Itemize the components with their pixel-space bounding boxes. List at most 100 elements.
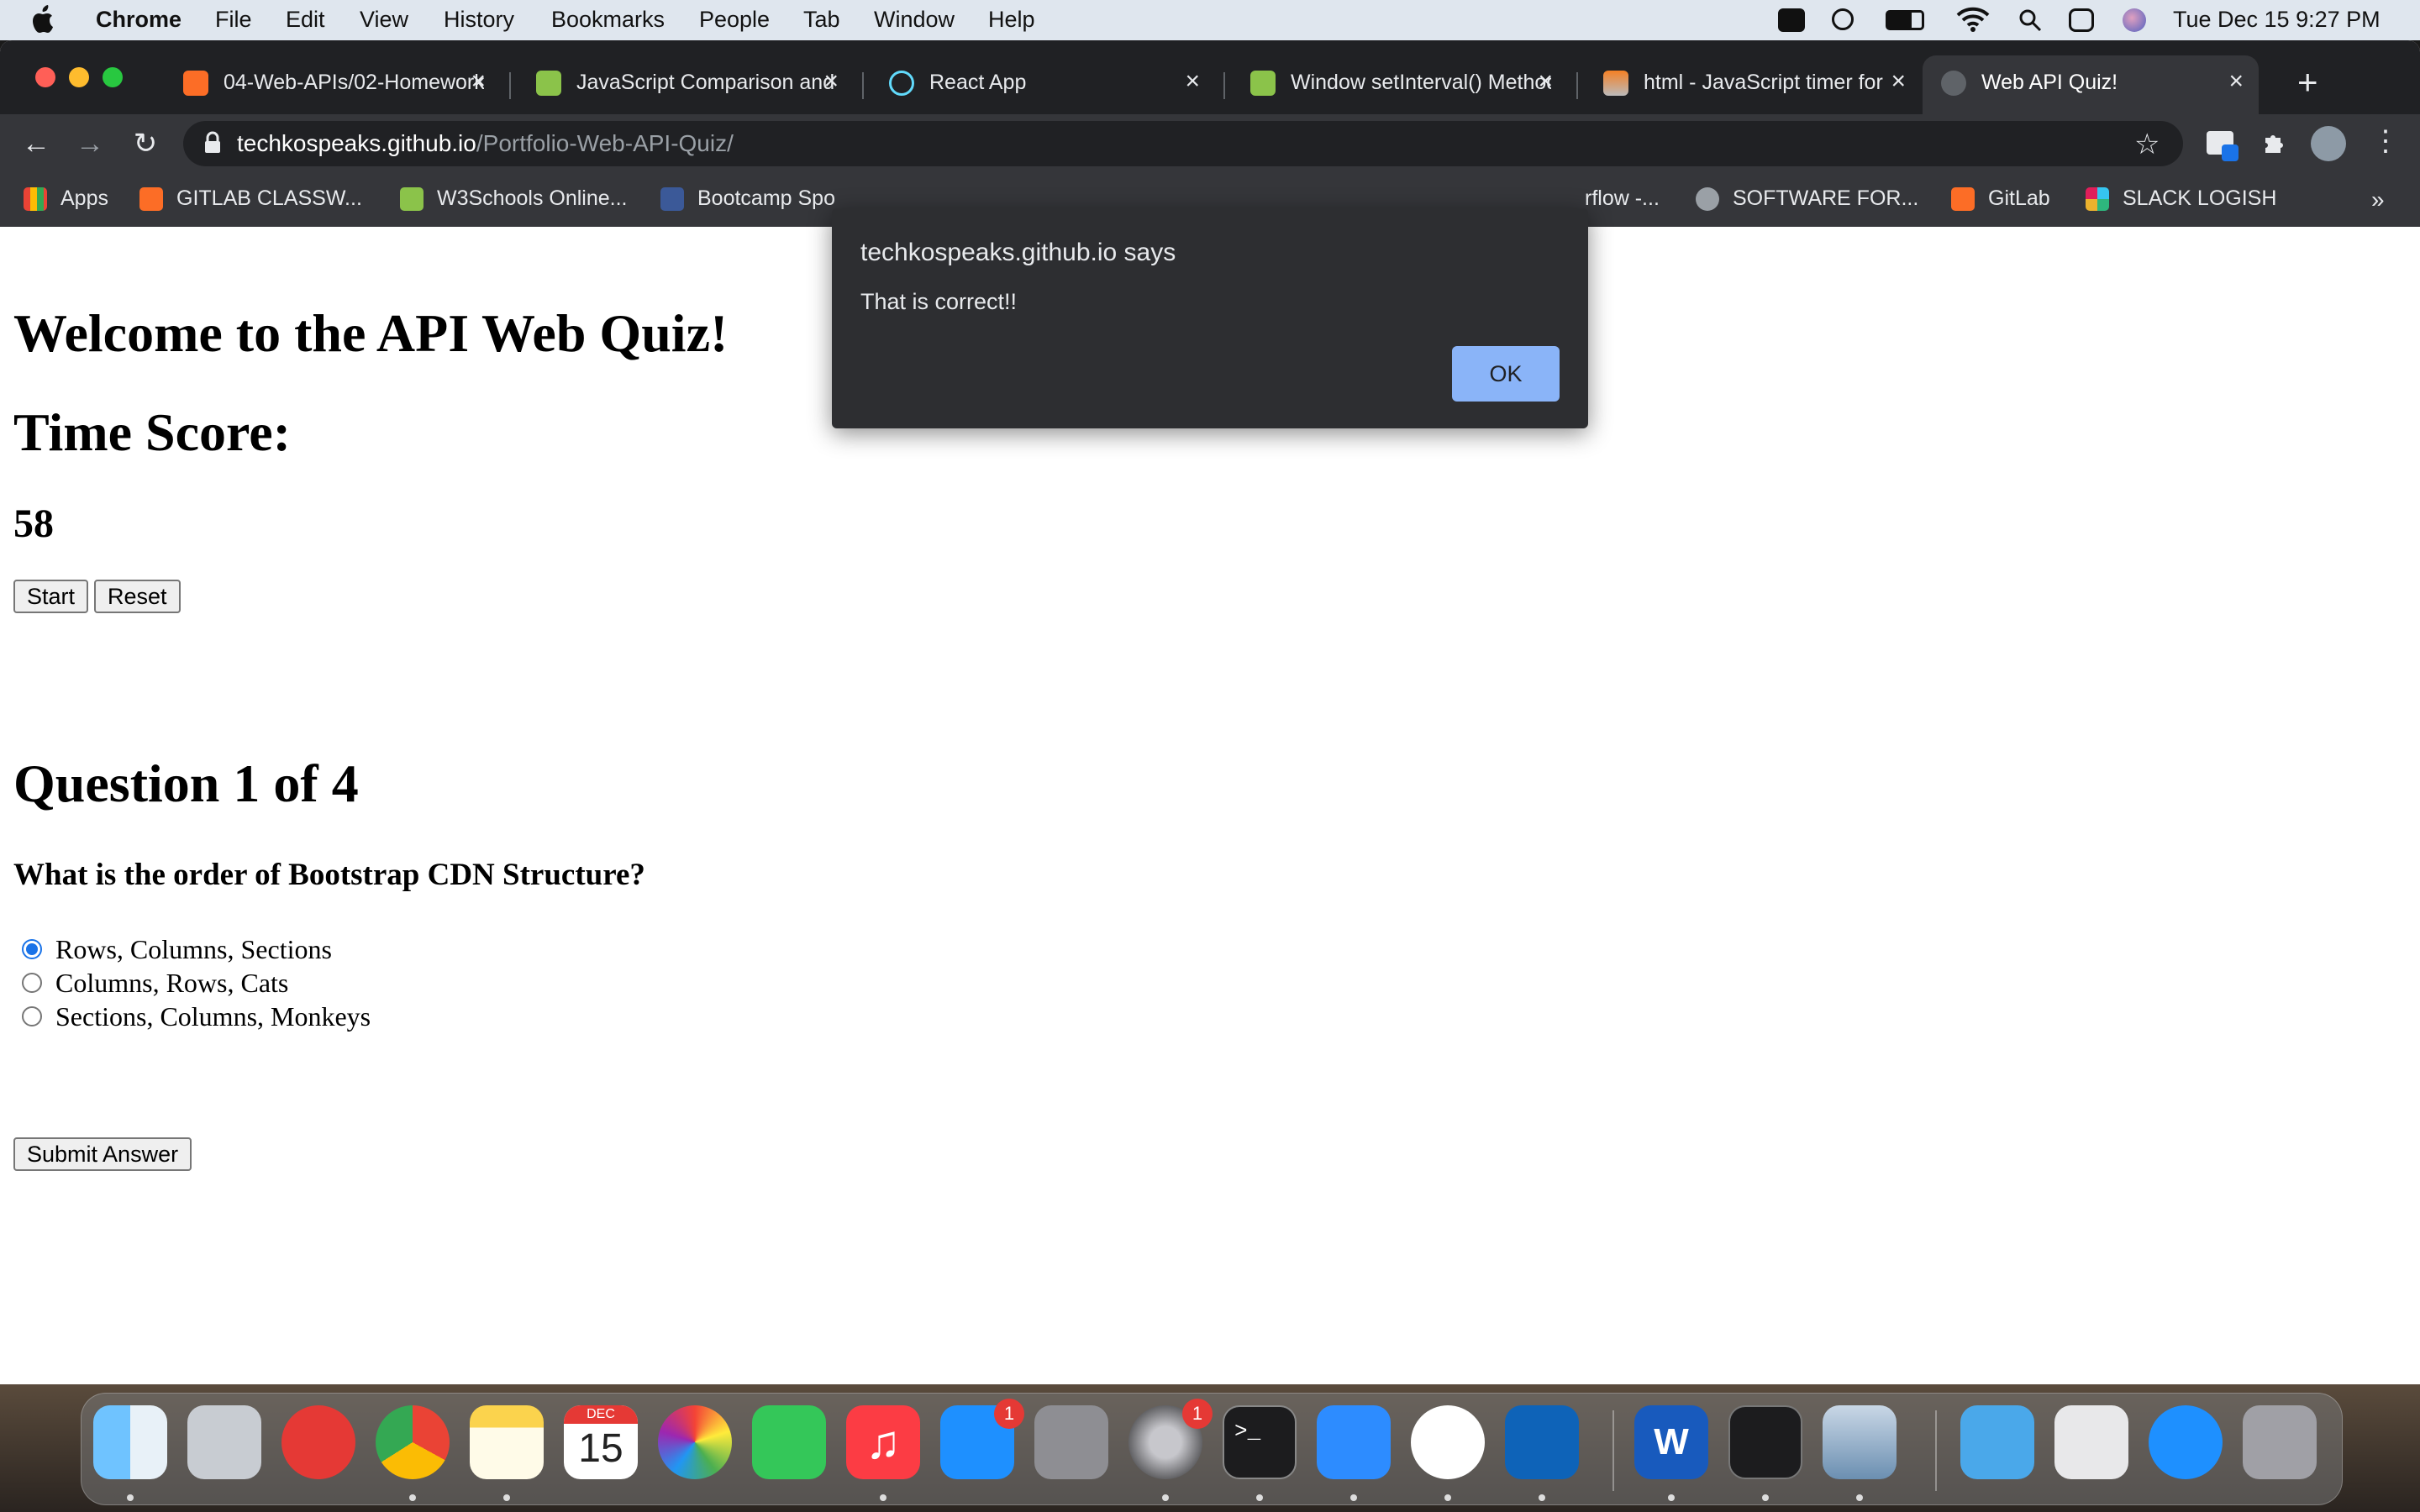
- menu-view[interactable]: View: [360, 7, 408, 33]
- word-icon[interactable]: W: [1634, 1405, 1708, 1479]
- answer-radio-2[interactable]: [22, 973, 42, 993]
- minimize-window-button[interactable]: [69, 67, 89, 87]
- start-button[interactable]: Start: [13, 580, 89, 613]
- menu-window[interactable]: Window: [874, 7, 955, 33]
- answer-label-3[interactable]: Sections, Columns, Monkeys: [55, 1001, 371, 1032]
- apple-menu-icon[interactable]: [32, 5, 57, 34]
- finder-icon[interactable]: [93, 1405, 167, 1479]
- menu-edit[interactable]: Edit: [286, 7, 325, 33]
- bookmark-w3schools[interactable]: W3Schools Online...: [400, 186, 628, 212]
- menu-help[interactable]: Help: [988, 7, 1035, 33]
- more-menu-icon[interactable]: ⋮: [2371, 124, 2400, 158]
- zoom-window-button[interactable]: [103, 67, 123, 87]
- photos-icon[interactable]: [658, 1405, 732, 1479]
- close-tab-icon[interactable]: ×: [1538, 67, 1553, 96]
- bookmark-software-for[interactable]: SOFTWARE FOR...: [1696, 186, 1919, 212]
- menu-bookmarks[interactable]: Bookmarks: [551, 7, 665, 33]
- tab-gitlab-homework[interactable]: 04-Web-APIs/02-Homework ×: [165, 55, 501, 114]
- browser-toolbar: ← → ↻ techkospeaks.github.io/Portfolio-W…: [0, 114, 2420, 173]
- running-indicator: [1762, 1494, 1769, 1501]
- answer-label-2[interactable]: Columns, Rows, Cats: [55, 968, 288, 999]
- calculator-icon[interactable]: [1034, 1405, 1108, 1479]
- calendar-icon[interactable]: DEC 15: [564, 1405, 638, 1479]
- bookmark-label: rflow -...: [1585, 186, 1660, 210]
- spotlight-search-icon[interactable]: [2018, 8, 2042, 32]
- bookmark-stackoverflow[interactable]: rflow -...: [1585, 186, 1660, 211]
- vscode-icon[interactable]: [1505, 1405, 1579, 1479]
- zoom-icon[interactable]: [1317, 1405, 1391, 1479]
- close-tab-icon[interactable]: ×: [2228, 67, 2244, 96]
- bookmark-gitlab[interactable]: GitLab: [1951, 186, 2050, 212]
- bookmark-gitlab-classwork[interactable]: GITLAB CLASSW...: [139, 186, 362, 212]
- extension-icon[interactable]: [2207, 131, 2238, 161]
- back-button[interactable]: ←: [17, 124, 55, 163]
- apple-icon: [1696, 187, 1719, 212]
- running-indicator: [880, 1494, 886, 1501]
- w3schools-icon: [400, 187, 424, 212]
- close-tab-icon[interactable]: ×: [1185, 67, 1200, 96]
- alert-ok-button[interactable]: OK: [1452, 346, 1560, 402]
- word-letter: W: [1654, 1421, 1689, 1462]
- menu-people[interactable]: People: [699, 7, 770, 33]
- close-tab-icon[interactable]: ×: [471, 67, 486, 96]
- activity-monitor-icon[interactable]: [1728, 1405, 1802, 1479]
- music-icon[interactable]: ♫: [846, 1405, 920, 1479]
- app-store-downloads-icon[interactable]: [2149, 1405, 2223, 1479]
- lock-icon[interactable]: [203, 131, 222, 155]
- facetime-icon[interactable]: [752, 1405, 826, 1479]
- gitlab-icon: [139, 187, 163, 212]
- trash-icon[interactable]: [2243, 1405, 2317, 1479]
- notes-icon[interactable]: [470, 1405, 544, 1479]
- mail-icon[interactable]: [281, 1405, 355, 1479]
- answer-label-1[interactable]: Rows, Columns, Sections: [55, 934, 332, 965]
- bookmark-label: SOFTWARE FOR...: [1733, 186, 1919, 210]
- profile-avatar[interactable]: [2311, 126, 2346, 161]
- tab-stackoverflow-timer[interactable]: html - JavaScript timer for ×: [1585, 55, 1921, 114]
- running-indicator: [1668, 1494, 1675, 1501]
- tab-separator: [862, 72, 864, 99]
- puzzle-extensions-icon[interactable]: [2260, 129, 2287, 156]
- tab-react-app[interactable]: React App ×: [871, 55, 1215, 114]
- close-window-button[interactable]: [35, 67, 55, 87]
- forward-button[interactable]: →: [71, 124, 109, 163]
- bookmark-bootcamp[interactable]: Bootcamp Spo: [660, 186, 835, 212]
- preview-icon[interactable]: [1823, 1405, 1897, 1479]
- bootcamp-shield-icon: [660, 187, 684, 212]
- menu-clock[interactable]: Tue Dec 15 9:27 PM: [2173, 7, 2381, 33]
- close-tab-icon[interactable]: ×: [1891, 67, 1906, 96]
- menu-app-name[interactable]: Chrome: [96, 7, 182, 33]
- reset-button[interactable]: Reset: [94, 580, 181, 613]
- chrome-icon[interactable]: [376, 1405, 450, 1479]
- launchpad-icon[interactable]: [187, 1405, 261, 1479]
- bookmark-slack[interactable]: SLACK LOGISH: [2086, 186, 2276, 212]
- slack-icon: [2086, 187, 2109, 212]
- bookmark-star-icon[interactable]: ☆: [2134, 128, 2160, 161]
- answer-radio-3[interactable]: [22, 1006, 42, 1026]
- tab-web-api-quiz[interactable]: Web API Quiz! ×: [1923, 55, 2259, 114]
- documents-stack-icon[interactable]: [2054, 1405, 2128, 1479]
- slack-app-icon[interactable]: [1411, 1405, 1485, 1479]
- battery-icon[interactable]: [1886, 10, 1924, 30]
- applications-folder-icon[interactable]: [1960, 1405, 2034, 1479]
- menu-file[interactable]: File: [215, 7, 252, 33]
- menu-history[interactable]: History: [444, 7, 514, 33]
- submit-answer-button[interactable]: Submit Answer: [13, 1137, 192, 1171]
- bookmarks-overflow-icon[interactable]: »: [2371, 186, 2385, 213]
- bookmark-apps[interactable]: Apps: [24, 186, 108, 212]
- wifi-icon[interactable]: [1956, 7, 1990, 32]
- address-bar[interactable]: techkospeaks.github.io/Portfolio-Web-API…: [183, 121, 2183, 166]
- running-indicator: [1856, 1494, 1863, 1501]
- menu-tab[interactable]: Tab: [803, 7, 840, 33]
- reload-button[interactable]: ↻: [126, 124, 165, 163]
- new-tab-button[interactable]: +: [2297, 62, 2318, 102]
- tab-js-comparison[interactable]: JavaScript Comparison and ×: [518, 55, 854, 114]
- close-tab-icon[interactable]: ×: [823, 67, 839, 96]
- answer-radio-1[interactable]: [22, 939, 42, 959]
- control-center-icon[interactable]: [2069, 8, 2094, 32]
- tab-set-interval[interactable]: Window setInterval() Method ×: [1232, 55, 1568, 114]
- gitlab-icon: [183, 71, 208, 96]
- play-status-icon[interactable]: [1832, 8, 1854, 30]
- terminal-icon[interactable]: >_: [1223, 1405, 1297, 1479]
- zoom-status-icon[interactable]: [1778, 8, 1805, 32]
- siri-icon[interactable]: [2123, 8, 2146, 32]
